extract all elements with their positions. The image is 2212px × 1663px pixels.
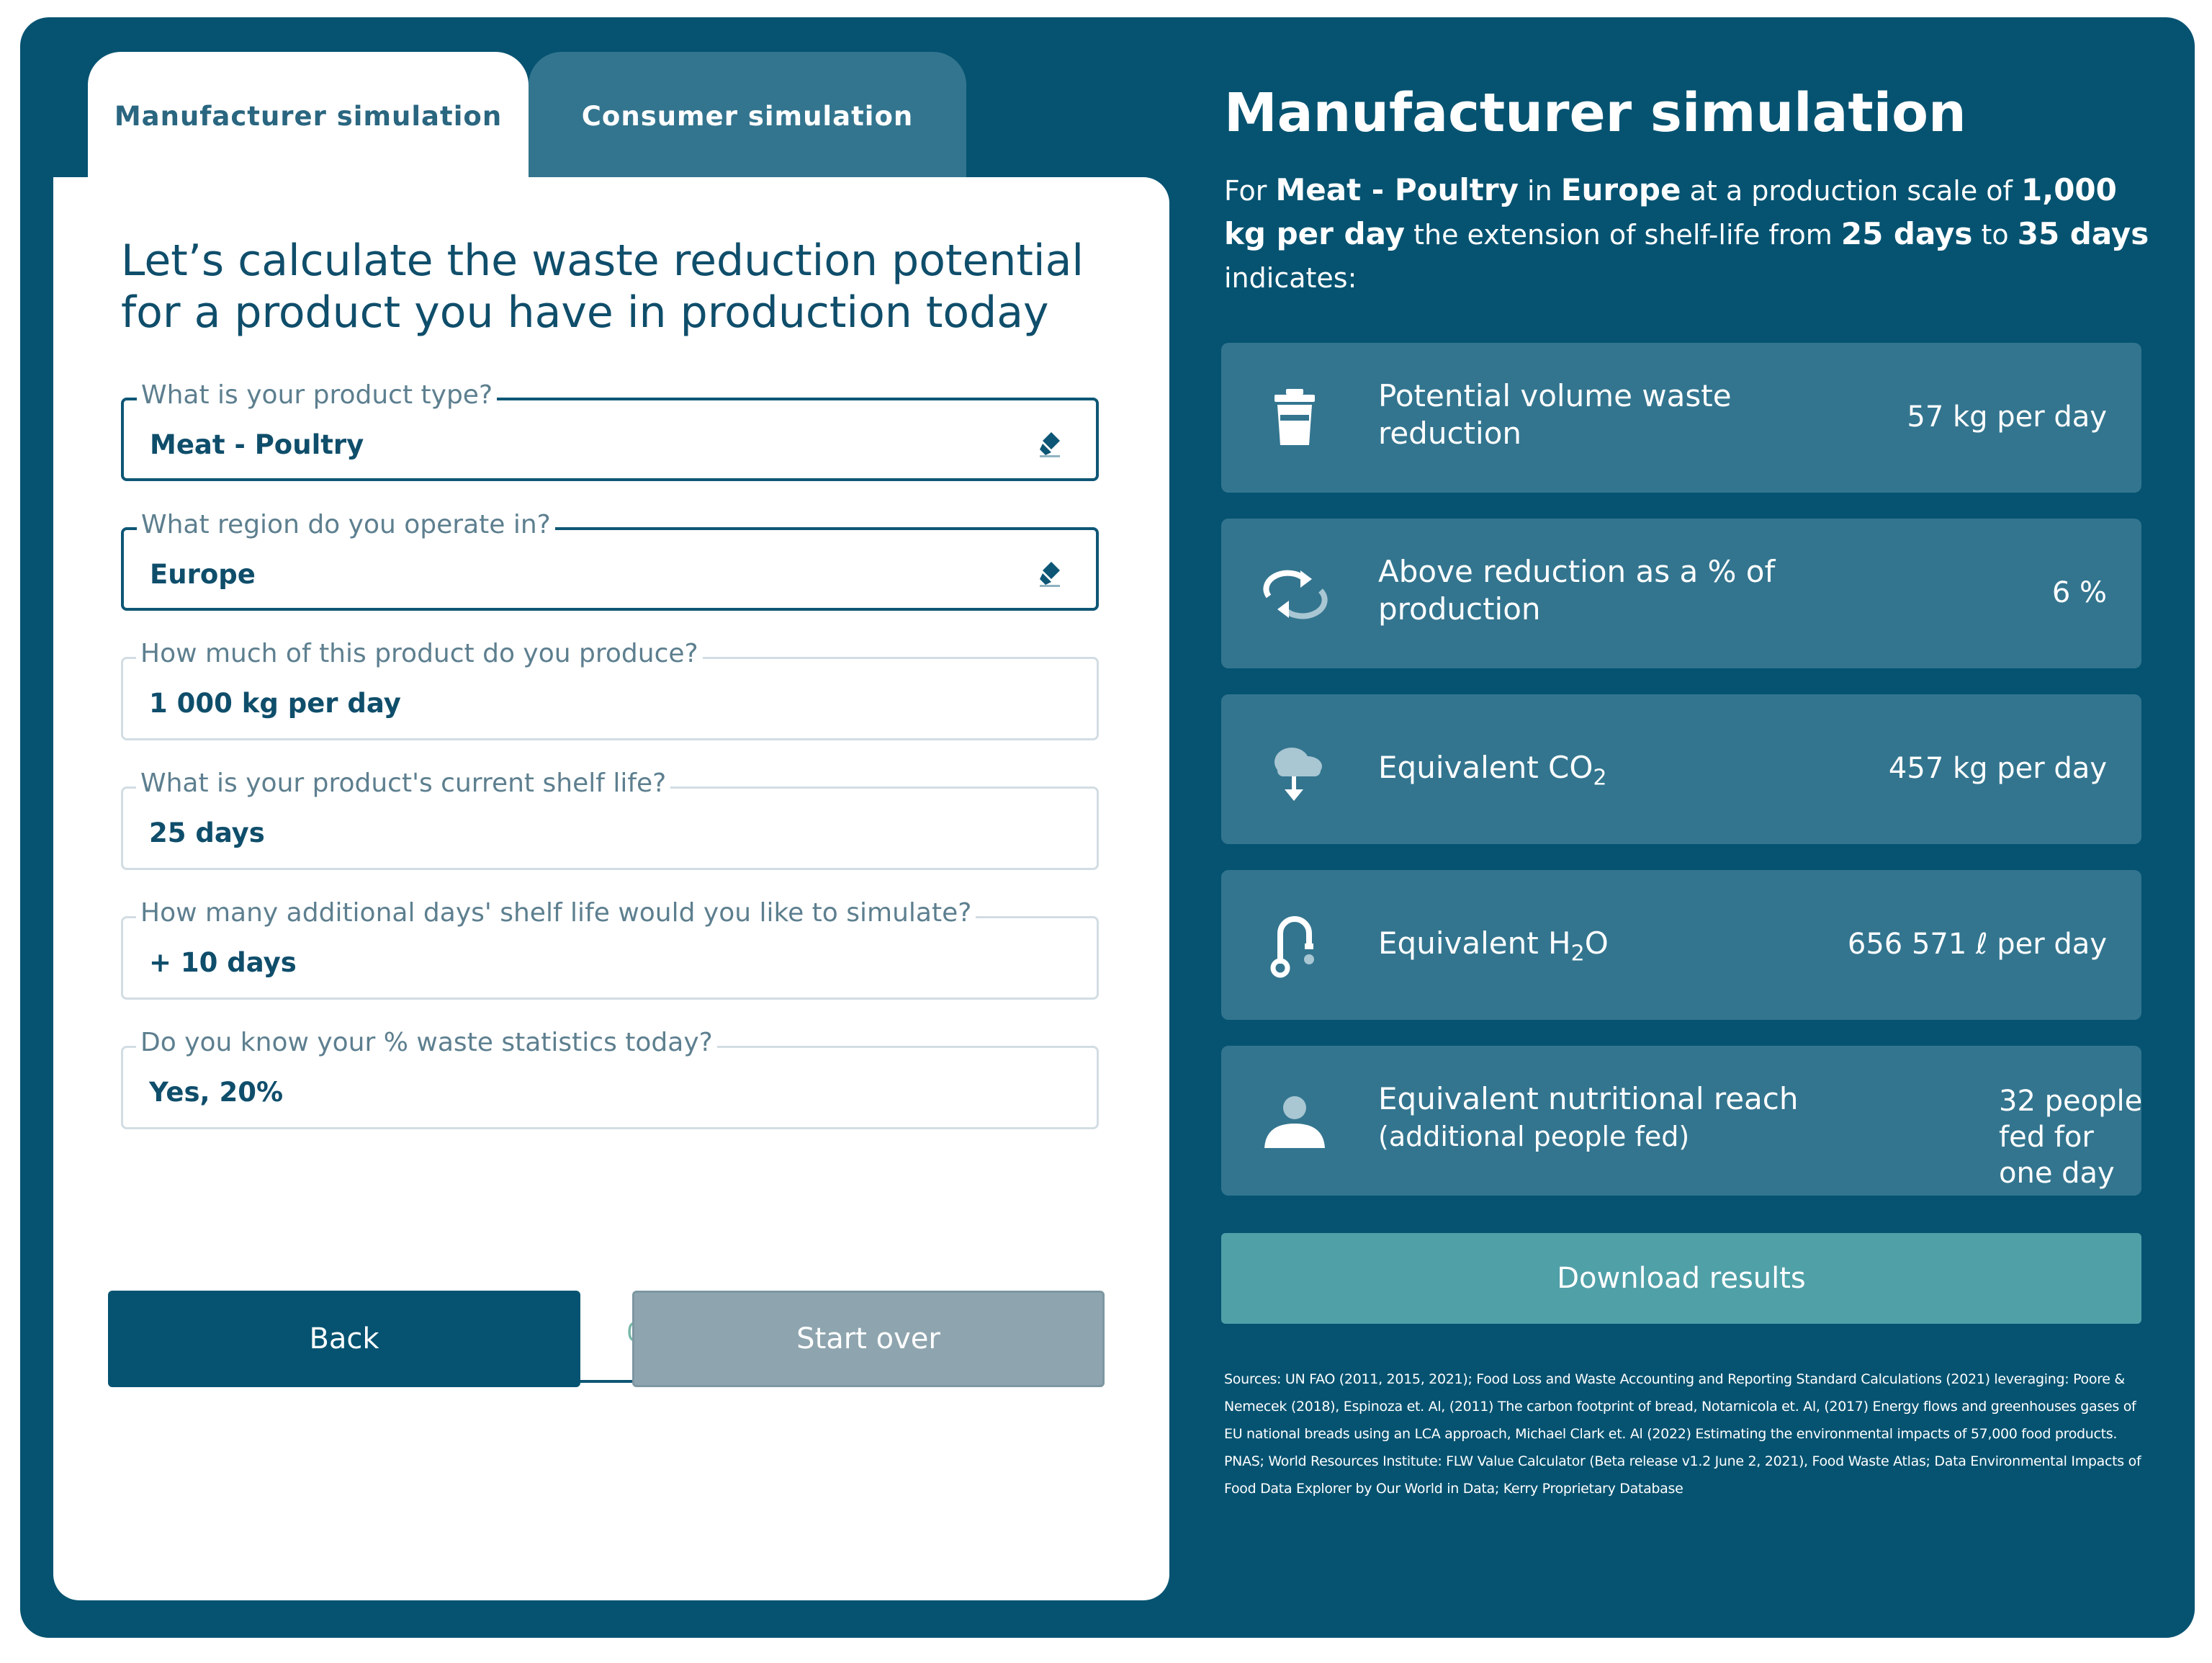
tab-consumer-simulation[interactable]: Consumer simulation: [529, 52, 966, 180]
back-button[interactable]: Back: [108, 1291, 580, 1387]
sources-text: Sources: UN FAO (2011, 2015, 2021); Food…: [1224, 1371, 2141, 1497]
result-label: Equivalent CO2: [1378, 750, 1607, 791]
production-volume-field[interactable]: How much of this product do you produce?…: [121, 639, 1099, 740]
field-label: What is your product type?: [137, 380, 498, 410]
start-over-button[interactable]: Start over: [632, 1291, 1105, 1387]
product-type-select[interactable]: What is your product type? Meat - Poultr…: [121, 380, 1099, 481]
result-label: Equivalent nutritional reach (additional…: [1378, 1081, 1799, 1152]
result-label: Above reduction as a % of production: [1378, 554, 1776, 627]
person-icon: [1264, 1096, 1325, 1148]
result-label: Potential volume waste reduction: [1378, 378, 1732, 451]
trash-bin-icon: [1274, 389, 1315, 445]
tab-manufacturer-simulation[interactable]: Manufacturer simulation: [88, 52, 529, 180]
pencil-icon[interactable]: [1033, 555, 1067, 589]
form-title: Let’s calculate the waste reduction pote…: [121, 236, 1084, 338]
result-value: 656 571 ℓ per day: [1847, 928, 2107, 961]
waste-statistics-field[interactable]: Do you know your % waste statistics toda…: [121, 1028, 1099, 1129]
result-value: 57 kg per day: [1907, 400, 2107, 434]
field-label: What region do you operate in?: [137, 510, 555, 539]
result-reduction-percent: Above reduction as a % of production 6 %: [1221, 519, 2141, 668]
results-description: For Meat - Poultry in Europe at a produc…: [1224, 172, 2149, 294]
result-co2: Equivalent CO2 457 kg per day: [1221, 694, 2141, 844]
water-tap-icon: [1270, 916, 1314, 978]
field-value: Yes, 20%: [149, 1077, 284, 1108]
result-h2o: Equivalent H2O 656 571 ℓ per day: [1221, 870, 2141, 1020]
additional-days-field[interactable]: How many additional days' shelf life wou…: [121, 898, 1099, 1000]
field-label: Do you know your % waste statistics toda…: [136, 1028, 717, 1057]
result-label: Equivalent H2O: [1378, 925, 1609, 967]
pencil-icon[interactable]: [1033, 425, 1067, 460]
download-results-button[interactable]: Download results: [1221, 1233, 2141, 1324]
field-value: Europe: [150, 559, 256, 590]
field-label: What is your product's current shelf lif…: [136, 768, 671, 798]
cloud-co2-icon: [1274, 748, 1322, 801]
shelf-life-field[interactable]: What is your product's current shelf lif…: [121, 768, 1099, 870]
simulator-app: Manufacturer simulation Consumer simulat…: [20, 17, 2195, 1638]
region-select[interactable]: What region do you operate in? Europe: [121, 510, 1099, 611]
field-label: How many additional days' shelf life wou…: [136, 898, 976, 928]
field-value: 25 days: [149, 817, 265, 848]
result-value: 32 people fed for one day: [1999, 1085, 2143, 1190]
field-value: Meat - Poultry: [150, 429, 364, 460]
result-volume-waste: Potential volume waste reduction 57 kg p…: [1221, 343, 2141, 493]
field-value: + 10 days: [149, 947, 297, 978]
recycle-arrows-icon: [1263, 570, 1328, 619]
result-value: 457 kg per day: [1888, 752, 2107, 785]
field-label: How much of this product do you produce?: [136, 639, 703, 668]
result-value: 6 %: [2051, 576, 2107, 609]
results-title: Manufacturer simulation: [1224, 82, 1966, 144]
field-value: 1 000 kg per day: [149, 688, 401, 719]
result-nutritional-reach: Equivalent nutritional reach (additional…: [1221, 1046, 2143, 1196]
